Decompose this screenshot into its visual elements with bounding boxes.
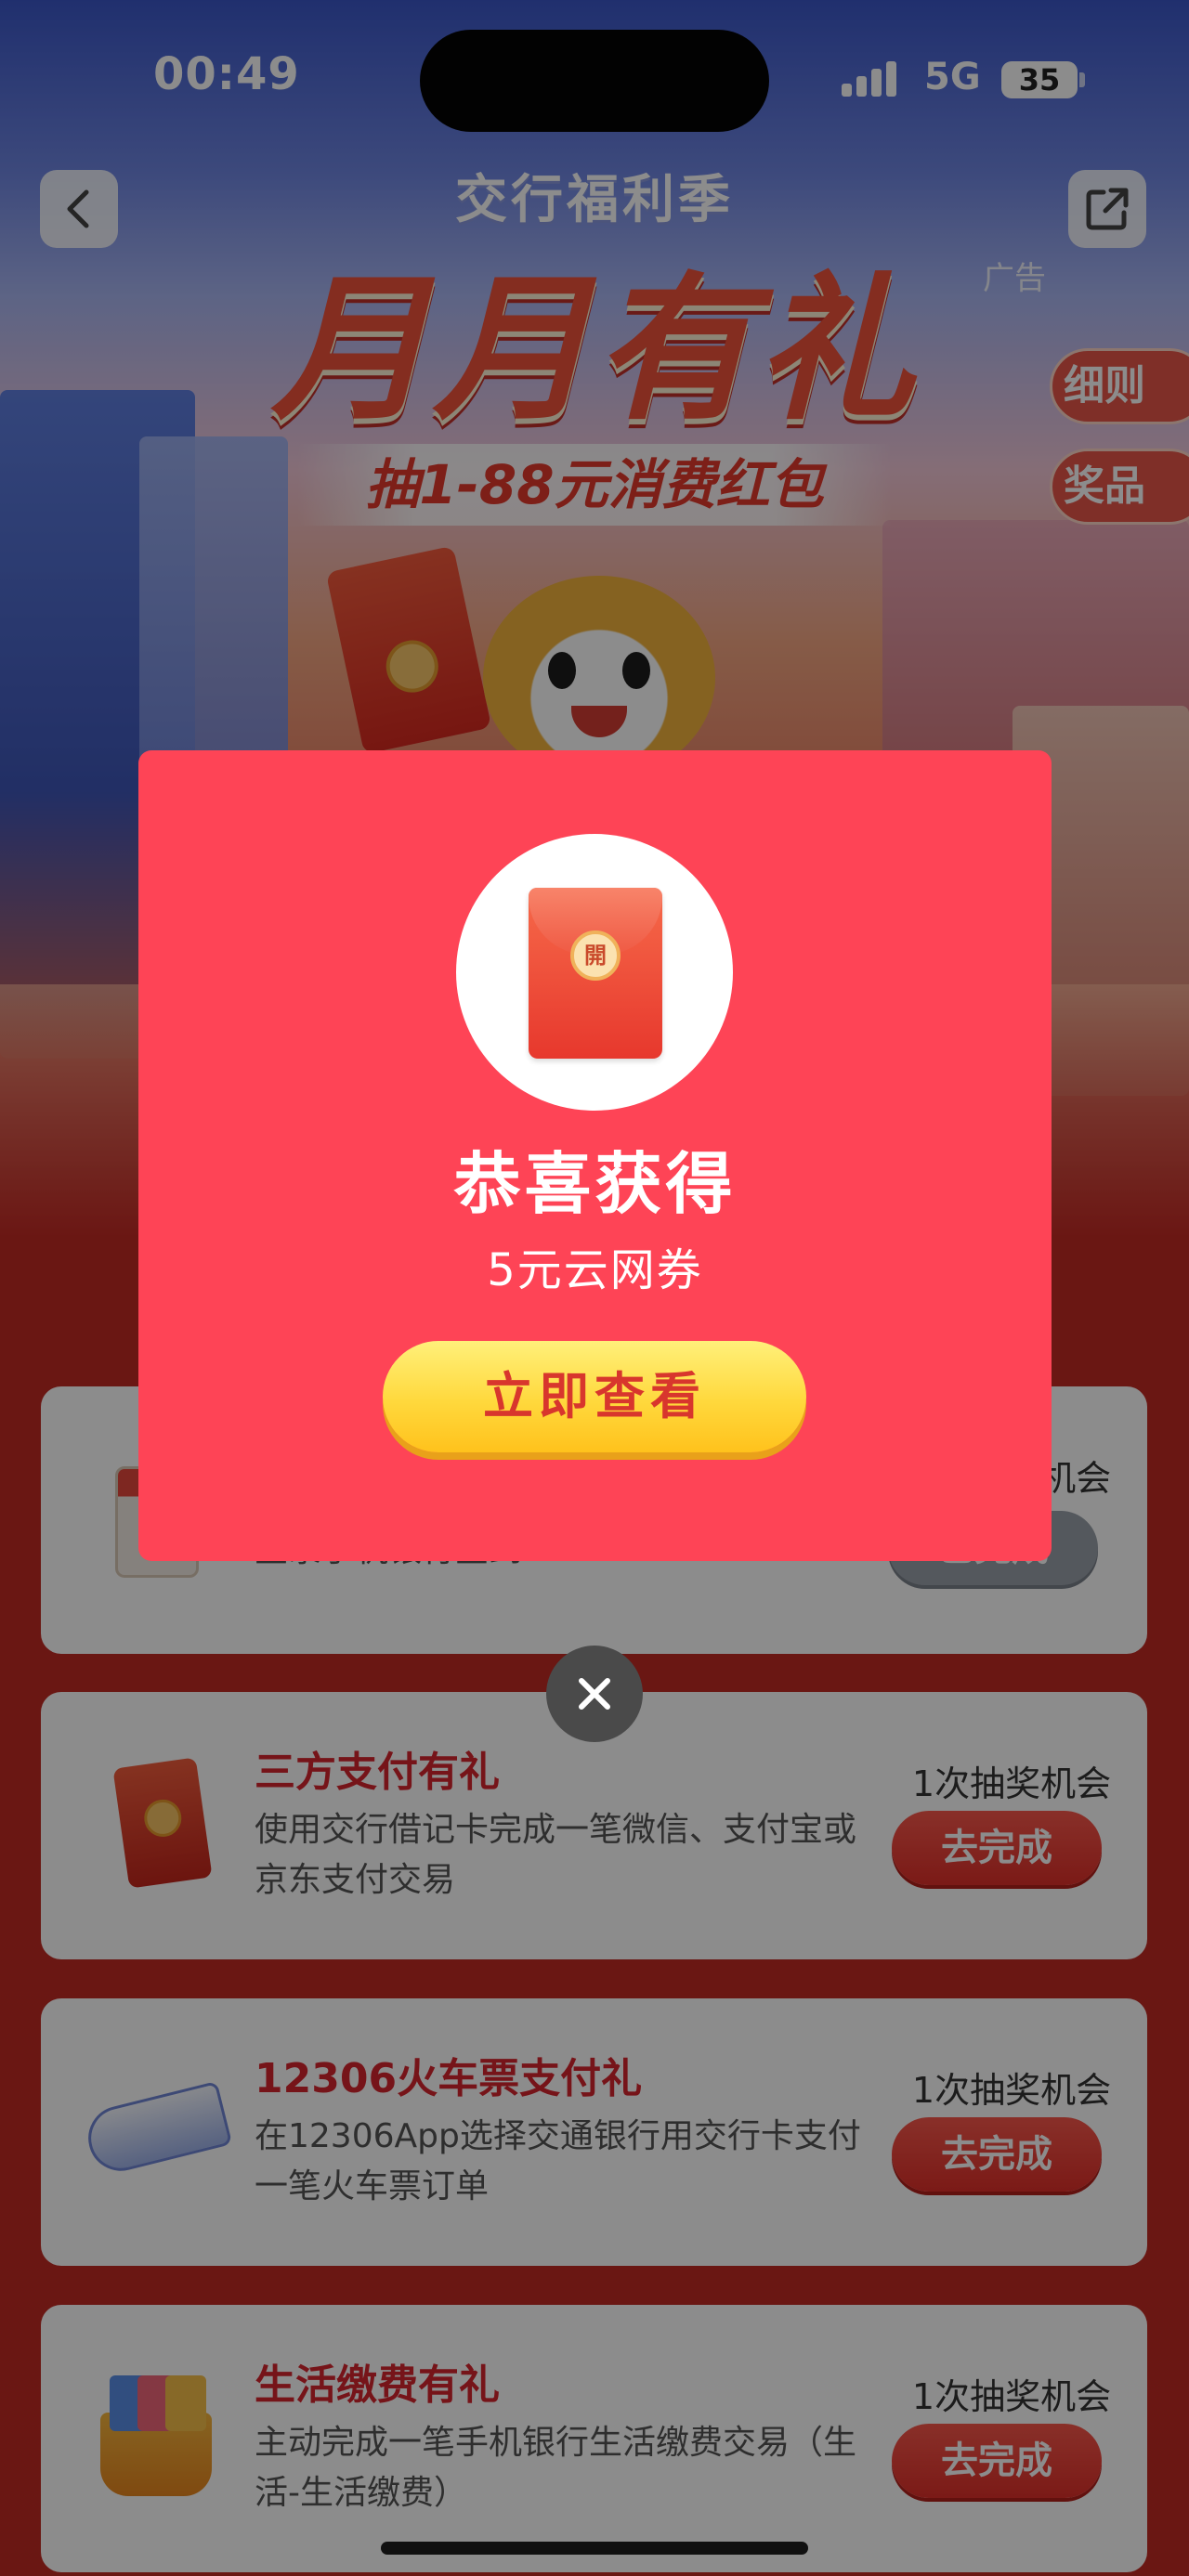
home-indicator bbox=[381, 2542, 808, 2555]
prize-name: 5元云网券 bbox=[487, 1244, 703, 1296]
close-icon bbox=[579, 1678, 610, 1710]
prize-modal: 開 恭喜获得 5元云网券 立即查看 bbox=[138, 750, 1052, 1561]
envelope-seal: 開 bbox=[570, 930, 621, 981]
modal-title: 恭喜获得 bbox=[453, 1145, 737, 1223]
red-envelope-icon: 開 bbox=[529, 888, 662, 1059]
close-modal-button[interactable] bbox=[546, 1646, 643, 1742]
view-now-button[interactable]: 立即查看 bbox=[383, 1341, 806, 1452]
